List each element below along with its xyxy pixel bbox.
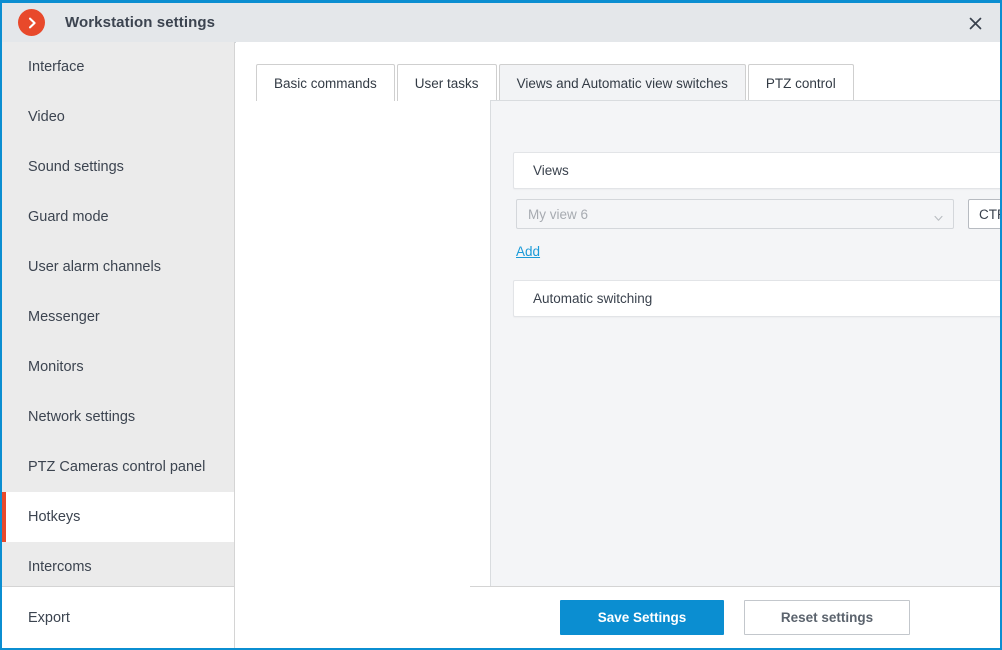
sidebar-item-label: Monitors: [28, 359, 84, 375]
chevron-down-icon: [934, 210, 943, 221]
tab-strip: Basic commands User tasks Views and Auto…: [256, 63, 980, 101]
sidebar-item-label: Intercoms: [28, 559, 92, 575]
view-select-dropdown[interactable]: My view 6: [516, 199, 954, 229]
sidebar-item-ptz-cameras-control-panel[interactable]: PTZ Cameras control panel: [2, 442, 234, 492]
view-select-value: My view 6: [528, 206, 589, 222]
tab-views-and-automatic-view-switches[interactable]: Views and Automatic view switches: [498, 64, 746, 101]
tab-label: PTZ control: [765, 75, 836, 91]
tab-label: Basic commands: [274, 75, 377, 91]
sidebar-item-export[interactable]: Export: [2, 587, 234, 648]
sidebar-item-label: Interface: [28, 59, 85, 75]
tab-ptz-control[interactable]: PTZ control: [747, 64, 854, 101]
settings-main: Basic commands User tasks Views and Auto…: [236, 42, 1000, 648]
sidebar-item-label: User alarm channels: [28, 259, 161, 275]
sidebar-item-interface[interactable]: Interface: [2, 42, 234, 92]
settings-sidebar: Interface Video Sound settings Guard mod…: [2, 42, 235, 648]
sidebar-item-monitors[interactable]: Monitors: [2, 342, 234, 392]
title-bar: Workstation settings: [2, 3, 1000, 43]
sidebar-item-label: Network settings: [28, 409, 136, 425]
sidebar-footer: Export: [2, 586, 234, 648]
views-section-header[interactable]: Views: [513, 152, 1000, 189]
chevron-right-circle-icon: [18, 9, 45, 36]
hotkey-input[interactable]: [968, 199, 1000, 229]
sidebar-item-label: Hotkeys: [28, 509, 81, 525]
sidebar-item-guard-mode[interactable]: Guard mode: [2, 192, 234, 242]
reset-settings-button[interactable]: Reset settings: [744, 600, 910, 635]
sidebar-item-label: Video: [28, 109, 65, 125]
window-body: Interface Video Sound settings Guard mod…: [2, 42, 1000, 648]
tab-user-tasks[interactable]: User tasks: [396, 64, 497, 101]
add-view-link[interactable]: Add: [516, 244, 540, 259]
tab-basic-commands[interactable]: Basic commands: [256, 64, 395, 101]
sidebar-item-hotkeys[interactable]: Hotkeys: [2, 492, 234, 542]
sidebar-item-label: PTZ Cameras control panel: [28, 459, 206, 475]
sidebar-item-label: Sound settings: [28, 159, 124, 175]
window-title: Workstation settings: [65, 14, 216, 31]
automatic-switching-section-title: Automatic switching: [533, 291, 653, 306]
sidebar-item-sound-settings[interactable]: Sound settings: [2, 142, 234, 192]
tab-content-panel: Views My view 6 CTRL+D3 Add Automatic sw…: [490, 100, 1000, 615]
save-settings-button[interactable]: Save Settings: [560, 600, 724, 635]
sidebar-item-label: Guard mode: [28, 209, 109, 225]
sidebar-item-user-alarm-channels[interactable]: User alarm channels: [2, 242, 234, 292]
sidebar-item-intercoms[interactable]: Intercoms: [2, 542, 234, 592]
tab-label: Views and Automatic view switches: [516, 75, 728, 91]
sidebar-item-video[interactable]: Video: [2, 92, 234, 142]
sidebar-item-network-settings[interactable]: Network settings: [2, 392, 234, 442]
sidebar-item-label: Export: [28, 609, 70, 626]
sidebar-item-label: Messenger: [28, 309, 100, 325]
dialog-footer: Save Settings Reset settings: [470, 586, 1000, 648]
sidebar-item-messenger[interactable]: Messenger: [2, 292, 234, 342]
tab-label: User tasks: [414, 75, 479, 91]
automatic-switching-section-header[interactable]: Automatic switching: [513, 280, 1000, 317]
views-section-title: Views: [533, 163, 569, 178]
close-icon[interactable]: [958, 7, 992, 39]
view-hotkey-row: My view 6: [516, 199, 1000, 229]
workstation-settings-window: Workstation settings Interface Video Sou…: [0, 0, 1002, 650]
